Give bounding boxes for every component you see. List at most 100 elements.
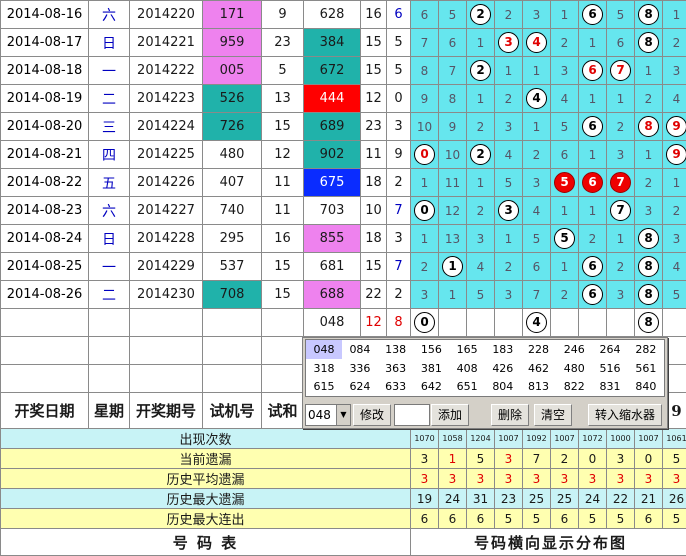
distribution-cell: 2: [467, 1, 495, 29]
combo-number[interactable]: 381: [414, 359, 450, 378]
distribution-cell: 6: [579, 1, 607, 29]
distribution-cell: 7: [607, 169, 635, 197]
number-ball: 7: [610, 172, 631, 193]
combo-number[interactable]: 633: [378, 378, 414, 397]
span-value: 18: [361, 225, 387, 253]
test-number: 526: [203, 85, 262, 113]
combo-number[interactable]: 615: [306, 378, 343, 397]
test-number: 407: [203, 169, 262, 197]
stats-value: 3: [635, 469, 663, 489]
delete-button[interactable]: 删除: [491, 404, 529, 426]
clear-button[interactable]: 清空: [534, 404, 572, 426]
distribution-cell: 3: [495, 197, 523, 225]
weekday: 一: [89, 57, 130, 85]
footer-left: 号 码 表: [1, 529, 411, 556]
combo-number[interactable]: 048: [306, 340, 343, 359]
stats-value: 23: [495, 489, 523, 509]
combo-number[interactable]: 624: [342, 378, 378, 397]
distribution-cell: 7: [411, 29, 439, 57]
stats-value: 2: [551, 449, 579, 469]
empty-cell: [89, 365, 130, 393]
combo-number[interactable]: 246: [556, 340, 592, 359]
weekday: 日: [89, 225, 130, 253]
distribution-cell: 3: [663, 225, 686, 253]
add-button[interactable]: 添加: [431, 404, 469, 426]
combo-number[interactable]: 165: [449, 340, 485, 359]
combo-number[interactable]: 516: [592, 359, 628, 378]
combo-number[interactable]: 651: [449, 378, 485, 397]
issue-number: 2014221: [130, 29, 203, 57]
distribution-cell: 3: [495, 29, 523, 57]
issue-number: 2014225: [130, 141, 203, 169]
stats-value: 3: [551, 469, 579, 489]
number-list[interactable]: 048084138156165183228246264282 3183363633…: [305, 339, 665, 397]
combo-number[interactable]: 804: [485, 378, 521, 397]
combo-number[interactable]: 183: [485, 340, 521, 359]
span-value: 18: [361, 169, 387, 197]
combo-number[interactable]: 813: [521, 378, 557, 397]
combo-number[interactable]: 363: [378, 359, 414, 378]
distribution-cell: 1: [523, 57, 551, 85]
combo-number[interactable]: 264: [592, 340, 628, 359]
stats-value: 24: [439, 489, 467, 509]
number-ball: 8: [638, 256, 659, 277]
test-sum: 12: [262, 141, 304, 169]
combo-number[interactable]: 831: [592, 378, 628, 397]
header-test: 试机号: [203, 393, 262, 429]
number-select[interactable]: 048 ▼: [305, 404, 351, 426]
distribution-cell: 1: [663, 1, 686, 29]
weekday: 六: [89, 1, 130, 29]
test-sum: 11: [262, 169, 304, 197]
draw-number: 703: [304, 197, 361, 225]
distribution-cell: 8: [635, 1, 663, 29]
span-value: 10: [361, 197, 387, 225]
distribution-cell: 3: [523, 1, 551, 29]
weekday: 二: [89, 281, 130, 309]
stats-value: 26: [663, 489, 686, 509]
distribution-cell: 6: [579, 113, 607, 141]
combo-number[interactable]: 084: [342, 340, 378, 359]
combo-number[interactable]: 840: [628, 378, 665, 397]
table-row: 2014-08-21四20142254801290211901024261319: [1, 141, 686, 169]
distribution-cell: 1: [551, 253, 579, 281]
stats-value: 3: [663, 469, 686, 489]
number-input[interactable]: [394, 404, 430, 426]
distribution-cell: 9: [411, 85, 439, 113]
chevron-down-icon[interactable]: ▼: [336, 405, 350, 425]
distribution-cell: 2: [663, 197, 686, 225]
combo-number[interactable]: 228: [521, 340, 557, 359]
distribution-cell: 8: [635, 309, 663, 337]
combo-number[interactable]: 138: [378, 340, 414, 359]
stats-row: 出现次数107010581204100710921007107210001007…: [1, 429, 686, 449]
combo-number[interactable]: 561: [628, 359, 665, 378]
combo-number[interactable]: 336: [342, 359, 378, 378]
test-sum: 11: [262, 197, 304, 225]
distribution-cell: 8: [411, 57, 439, 85]
number-ball: 4: [526, 88, 547, 109]
distribution-cell: 4: [523, 85, 551, 113]
combo-number[interactable]: 426: [485, 359, 521, 378]
combo-number[interactable]: 480: [556, 359, 592, 378]
number-ball: 8: [638, 116, 659, 137]
stats-value: 5: [495, 509, 523, 529]
distribution-cell: 12: [439, 197, 467, 225]
distribution-cell: 2: [495, 253, 523, 281]
number-ball: 6: [582, 284, 603, 305]
test-sum: 13: [262, 85, 304, 113]
combo-number[interactable]: 156: [414, 340, 450, 359]
distribution-cell: 6: [411, 1, 439, 29]
draw-date: 2014-08-19: [1, 85, 89, 113]
shrink-button[interactable]: 转入缩水器: [588, 404, 662, 426]
combo-number[interactable]: 642: [414, 378, 450, 397]
combo-number[interactable]: 408: [449, 359, 485, 378]
distribution-cell: 2: [551, 281, 579, 309]
combo-number[interactable]: 318: [306, 359, 343, 378]
distribution-cell: 3: [607, 281, 635, 309]
weekday: 一: [89, 253, 130, 281]
combo-number[interactable]: 462: [521, 359, 557, 378]
stats-value: 5: [663, 509, 686, 529]
modify-button[interactable]: 修改: [353, 404, 391, 426]
distribution-cell: 2: [635, 85, 663, 113]
combo-number[interactable]: 822: [556, 378, 592, 397]
combo-number[interactable]: 282: [628, 340, 665, 359]
